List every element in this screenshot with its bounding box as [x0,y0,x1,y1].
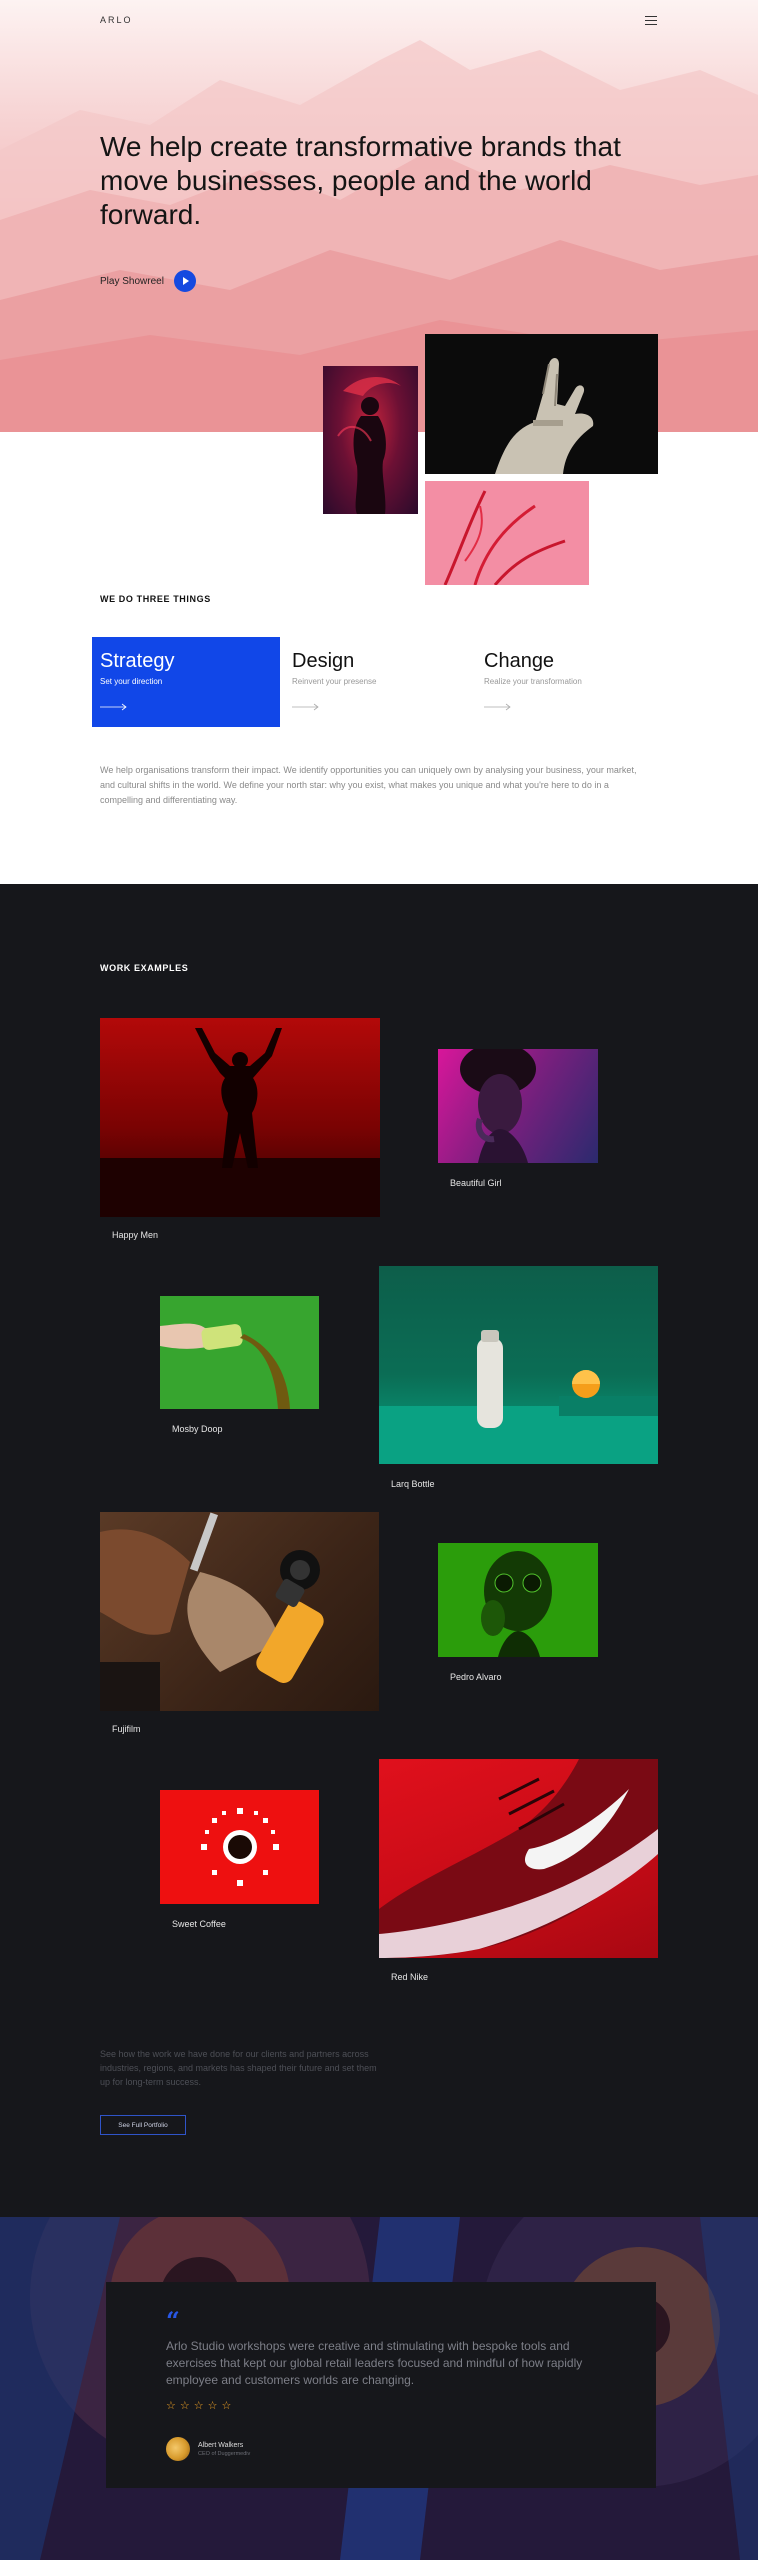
quote-icon: “ [166,2306,180,2335]
star-icon: ☆ [221,2400,232,2412]
arrow-right-icon [292,703,319,711]
hamburger-menu-icon[interactable] [645,16,657,25]
work-thumbnail [379,1759,658,1958]
service-subtitle: Reinvent your presense [292,677,377,686]
top-navigation: ARLO [0,0,758,42]
testimonial-author: Albert Walkers CEO of Duggermediv [166,2437,250,2461]
play-showreel-button[interactable]: Play Showreel [100,270,196,292]
work-caption: Fujifilm [112,1724,141,1734]
work-caption: Larq Bottle [391,1479,435,1489]
work-caption: Happy Men [112,1230,159,1240]
robot-hand-image [425,334,658,474]
see-full-portfolio-button[interactable]: See Full Portfolio [100,2115,186,2135]
work-thumbnail [160,1296,319,1409]
work-thumbnail [160,1790,319,1904]
testimonial-card: “ Arlo Studio workshops were creative an… [106,2282,656,2488]
brand-logo[interactable]: ARLO [100,15,133,25]
work-thumbnail [438,1049,598,1163]
author-role: CEO of Duggermediv [198,2450,251,2457]
star-icon: ☆ [207,2400,218,2412]
work-caption: Sweet Coffee [172,1919,226,1929]
work-item-red-nike[interactable]: Red Nike [379,1759,658,1982]
star-icon: ☆ [166,2400,176,2412]
work-thumbnail [438,1543,598,1657]
service-card-design[interactable]: Design Reinvent your presense [284,637,472,727]
avatar [166,2437,190,2461]
hero-headline: We help create transformative brands tha… [100,131,621,230]
dancer-image [323,366,418,514]
work-caption: Beautiful Girl [450,1178,502,1188]
work-thumbnail [100,1018,380,1217]
star-icon: ☆ [179,2400,190,2412]
arrow-right-icon [484,703,511,711]
rating-stars: ☆ ☆ ☆ ☆ ☆ [166,2399,596,2412]
work-item-sweet-coffee[interactable]: Sweet Coffee [160,1790,319,1929]
work-caption: Pedro Alvaro [450,1672,502,1682]
service-card-strategy[interactable]: Strategy Set your direction [92,637,280,727]
work-description: See how the work we have done for our cl… [100,2049,377,2087]
work-examples-heading: WORK EXAMPLES [100,963,189,973]
author-name: Albert Walkers [198,2441,244,2449]
showreel-label: Play Showreel [100,275,164,287]
work-item-larq-bottle[interactable]: Larq Bottle [379,1266,658,1489]
work-item-mosby-doop[interactable]: Mosby Doop [160,1296,319,1434]
work-item-fujifilm[interactable]: Fujifilm [100,1512,379,1734]
work-thumbnail [100,1512,379,1711]
work-item-pedro-alvaro[interactable]: Pedro Alvaro [438,1543,598,1682]
service-title: Change [484,650,555,672]
work-thumbnail [379,1266,658,1464]
service-title: Design [292,650,355,672]
arrow-right-icon [100,703,127,711]
intro-paragraph: We help organisations transform their im… [100,765,637,805]
play-icon [173,270,196,292]
three-things-heading: WE DO THREE THINGS [100,594,211,604]
testimonial-quote: Arlo Studio workshops were creative and … [166,2339,583,2387]
star-icon: ☆ [193,2400,204,2412]
service-subtitle: Realize your transformation [484,677,582,686]
service-title: Strategy [100,650,175,672]
work-item-beautiful-girl[interactable]: Beautiful Girl [438,1049,598,1188]
work-item-happy-men[interactable]: Happy Men [100,1018,380,1240]
service-card-change[interactable]: Change Realize your transformation [476,637,664,727]
work-caption: Mosby Doop [172,1424,223,1434]
coral-image [425,481,589,585]
service-subtitle: Set your direction [100,677,163,686]
work-caption: Red Nike [391,1972,429,1982]
